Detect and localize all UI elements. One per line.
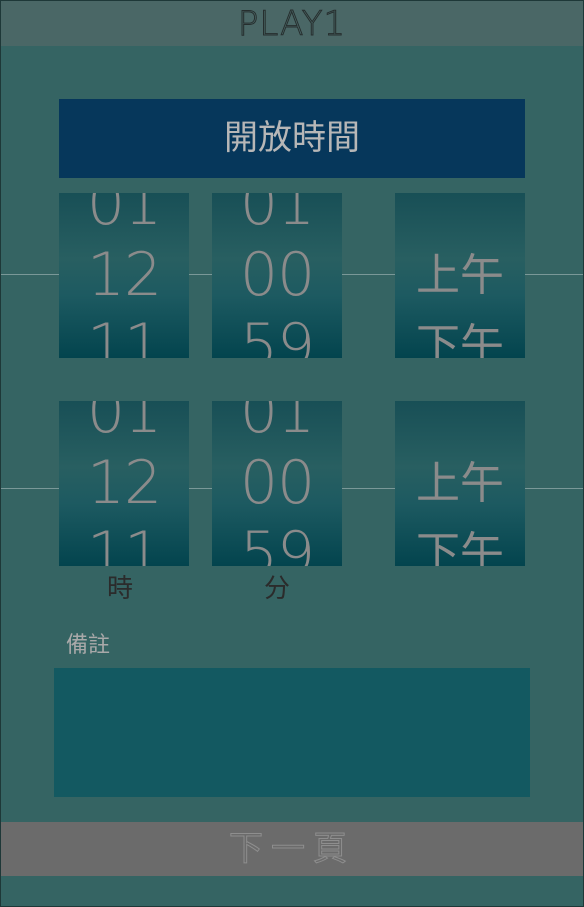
open-hour-current: 12 xyxy=(86,240,162,310)
close-hour-current: 12 xyxy=(86,448,162,518)
close-ampm-picker[interactable]: 上午 下午 xyxy=(395,401,525,566)
close-minute-next: 59 xyxy=(239,519,315,566)
close-minute-current: 00 xyxy=(239,448,315,518)
next-page-button[interactable]: 下一頁 xyxy=(0,822,584,876)
open-hour-picker[interactable]: 01 12 11 xyxy=(59,193,189,358)
hour-unit-label: 時 xyxy=(107,574,134,604)
close-minute-picker[interactable]: 01 00 59 xyxy=(212,401,342,566)
app-title: PLAY1 xyxy=(237,4,347,45)
open-ampm-current: 上午 xyxy=(416,250,504,301)
open-minute-next: 59 xyxy=(239,311,315,358)
close-ampm-current: 上午 xyxy=(416,458,504,509)
notes-input[interactable] xyxy=(54,668,530,797)
open-hour-prev: 01 xyxy=(86,193,162,239)
open-ampm-next: 下午 xyxy=(416,320,504,359)
close-hour-prev: 01 xyxy=(86,401,162,447)
open-minute-picker[interactable]: 01 00 59 xyxy=(212,193,342,358)
open-ampm-picker[interactable]: 上午 下午 xyxy=(395,193,525,358)
open-minute-current: 00 xyxy=(239,240,315,310)
notes-label: 備註 xyxy=(66,633,111,658)
open-hour-next: 11 xyxy=(86,311,162,358)
open-minute-prev: 01 xyxy=(239,193,315,239)
section-title: 開放時間 xyxy=(224,118,360,158)
close-hour-picker[interactable]: 01 12 11 xyxy=(59,401,189,566)
app-bar: PLAY1 xyxy=(0,0,584,46)
close-minute-prev: 01 xyxy=(239,401,315,447)
close-hour-next: 11 xyxy=(86,519,162,566)
section-header: 開放時間 xyxy=(59,99,525,178)
close-ampm-next: 下午 xyxy=(416,528,504,567)
next-page-label: 下一頁 xyxy=(229,829,355,870)
minute-unit-label: 分 xyxy=(264,574,291,604)
